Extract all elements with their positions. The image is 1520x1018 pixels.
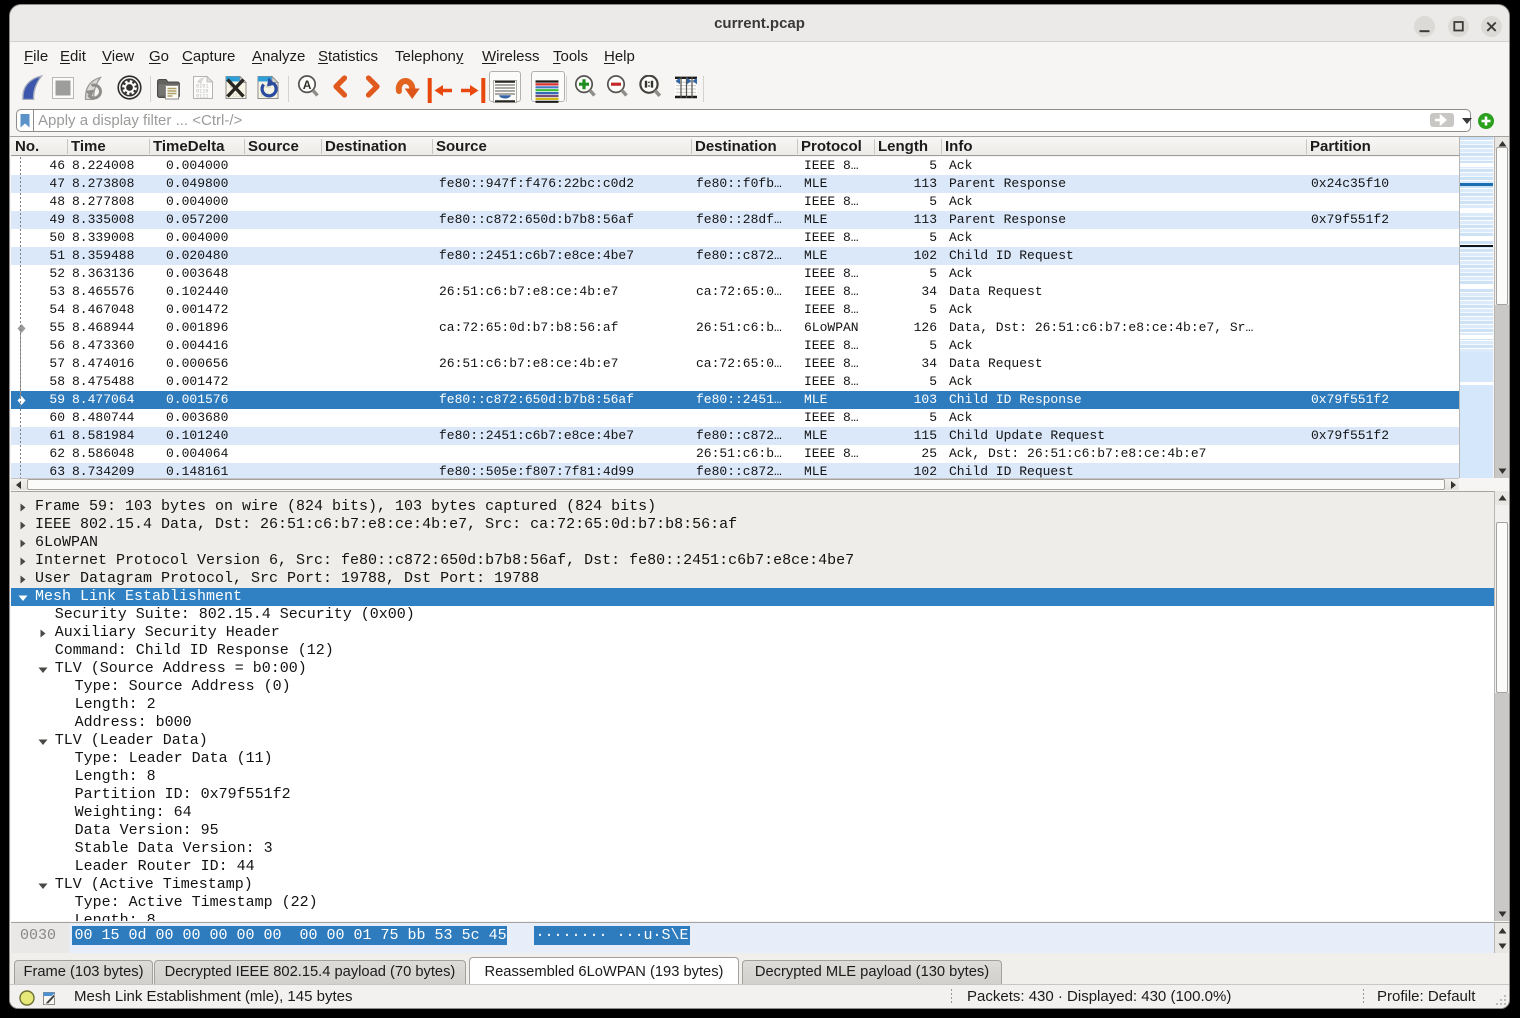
svg-text:A: A [303, 78, 312, 92]
svg-text:0111: 0111 [196, 94, 208, 100]
